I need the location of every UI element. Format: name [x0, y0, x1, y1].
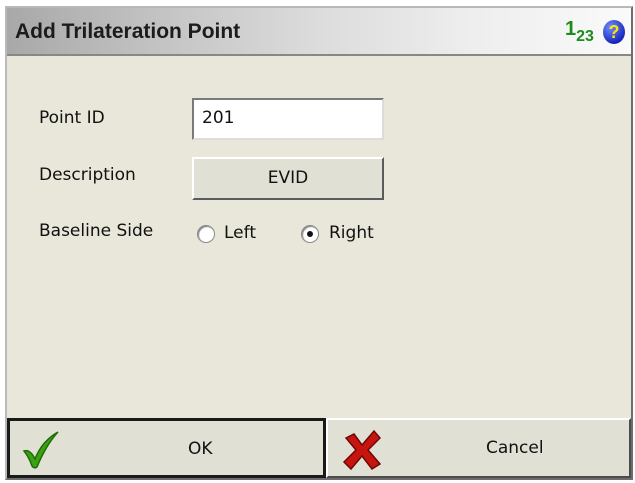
ok-button[interactable]: OK — [7, 418, 326, 478]
check-icon — [22, 431, 59, 469]
numeric-keypad-icon-sub: 2 — [576, 28, 586, 45]
point-id-label: Point ID — [39, 108, 105, 128]
point-id-input[interactable]: 201 — [192, 98, 384, 140]
ok-button-label: OK — [188, 439, 213, 459]
numeric-keypad-icon[interactable]: 123 — [565, 18, 594, 45]
radio-right-selected-dot — [307, 231, 313, 237]
radio-right[interactable] — [301, 225, 319, 243]
description-button[interactable]: EVID — [192, 157, 384, 200]
trilateration-dialog: Add Trilateration Point 123 ? Point ID 2… — [5, 6, 633, 480]
cancel-button[interactable]: Cancel — [326, 418, 631, 478]
cross-icon — [342, 429, 382, 471]
radio-left[interactable] — [197, 225, 215, 243]
help-icon[interactable]: ? — [603, 20, 625, 44]
title-bar: Add Trilateration Point 123 ? — [7, 8, 631, 56]
description-label: Description — [39, 165, 136, 185]
cancel-button-label: Cancel — [486, 438, 544, 458]
dialog-title: Add Trilateration Point — [15, 20, 241, 43]
numeric-keypad-icon-main: 1 — [565, 18, 577, 40]
numeric-keypad-icon-sub2: 3 — [585, 28, 594, 45]
baseline-side-label: Baseline Side — [39, 221, 154, 241]
radio-left-label[interactable]: Left — [224, 223, 256, 243]
radio-right-label[interactable]: Right — [329, 223, 374, 243]
